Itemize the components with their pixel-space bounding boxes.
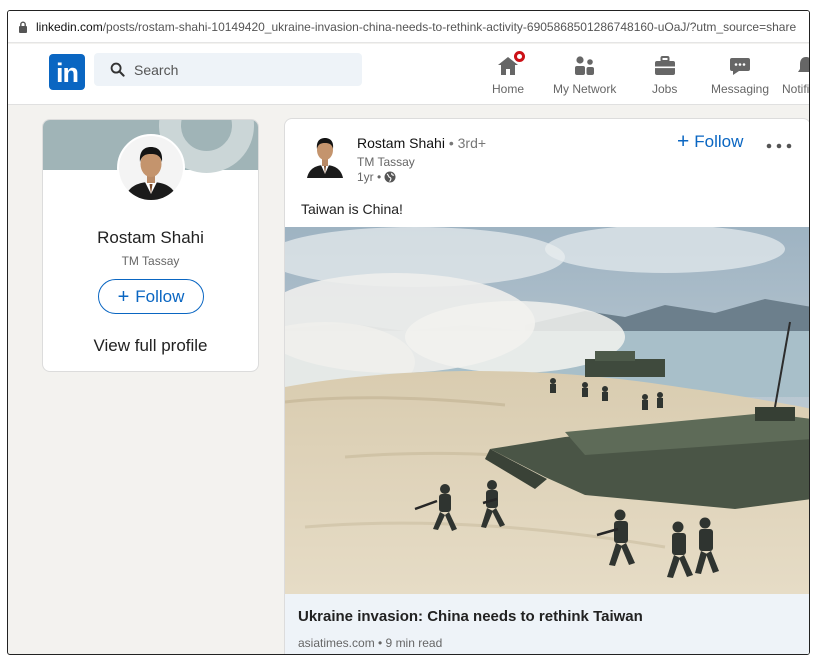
post-time-text: 1yr • — [357, 170, 382, 184]
more-options-icon[interactable] — [766, 143, 792, 149]
address-bar[interactable]: linkedin.com/posts/rostam-shahi-10149420… — [8, 11, 809, 43]
nav-notifications-label: Notifi — [782, 82, 810, 96]
profile-avatar[interactable] — [117, 134, 185, 202]
post-author-avatar[interactable] — [305, 131, 345, 178]
connection-degree: • 3rd+ — [444, 135, 487, 151]
network-icon — [573, 54, 597, 78]
nav-home[interactable]: Home — [492, 48, 527, 100]
nav-my-network-label: My Network — [553, 82, 617, 96]
notification-badge — [512, 49, 527, 64]
browser-window: linkedin.com/posts/rostam-shahi-10149420… — [7, 10, 810, 655]
bell-icon — [794, 54, 809, 78]
top-navigation: in Home — [8, 44, 809, 105]
nav-jobs-label: Jobs — [652, 82, 678, 96]
nav-jobs[interactable]: Jobs — [652, 48, 677, 100]
profile-name: Rostam Shahi — [97, 228, 204, 247]
nav-notifications[interactable]: Notifi — [782, 48, 810, 100]
post-author-subtitle: TM Tassay — [357, 155, 415, 169]
article-preview[interactable]: Ukraine invasion: China needs to rethink… — [285, 594, 809, 654]
profile-follow-button[interactable]: + Follow — [98, 279, 204, 314]
plus-icon: + — [117, 285, 130, 308]
nav-messaging[interactable]: Messaging — [711, 48, 769, 100]
view-full-profile-link[interactable]: View full profile — [43, 336, 258, 356]
url-path: /posts/rostam-shahi-10149420_ukraine-inv… — [102, 19, 797, 34]
profile-follow-label: Follow — [135, 286, 185, 306]
article-title[interactable]: Ukraine invasion: China needs to rethink… — [298, 608, 643, 625]
nav-my-network[interactable]: My Network — [553, 48, 616, 100]
briefcase-icon — [653, 54, 677, 78]
post-article-image[interactable] — [285, 227, 809, 594]
post-follow-button[interactable]: + Follow — [677, 131, 743, 152]
search-icon — [110, 62, 125, 77]
plus-icon: + — [677, 130, 690, 153]
search-input[interactable] — [134, 61, 334, 78]
post-author-name[interactable]: Rostam Shahi — [357, 135, 445, 151]
post-timestamp: 1yr • — [357, 170, 396, 184]
nav-messaging-label: Messaging — [711, 82, 770, 96]
post-text: Taiwan is China! — [301, 201, 403, 217]
post-card: Rostam Shahi • 3rd+ TM Tassay 1yr • + Fo… — [284, 118, 809, 654]
messaging-icon — [728, 54, 752, 78]
nav-home-label: Home — [492, 82, 525, 96]
article-source: asiatimes.com • 9 min read — [298, 636, 443, 650]
profile-subtitle: TM Tassay — [121, 254, 180, 268]
profile-card: Rostam Shahi TM Tassay + Follow View ful… — [42, 119, 259, 372]
url-host: linkedin.com — [36, 19, 103, 34]
post-follow-label: Follow — [694, 131, 744, 151]
lock-icon — [19, 21, 27, 33]
post-author-line: Rostam Shahi • 3rd+ — [357, 135, 486, 151]
search-box[interactable] — [94, 53, 362, 86]
linkedin-logo[interactable]: in — [49, 54, 85, 90]
globe-icon — [384, 171, 396, 183]
home-icon — [496, 49, 527, 78]
